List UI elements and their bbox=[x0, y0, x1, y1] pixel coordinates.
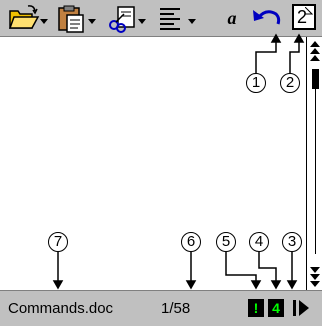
page-indicator[interactable]: 1/58 bbox=[161, 300, 190, 317]
alert-indicator[interactable]: ! bbox=[248, 299, 264, 317]
callout-2: 2 bbox=[280, 73, 300, 93]
play-icon[interactable] bbox=[292, 299, 312, 319]
callout-5: 5 bbox=[216, 232, 236, 252]
scroll-up-icon[interactable] bbox=[307, 39, 322, 69]
count-indicator[interactable]: 4 bbox=[268, 299, 284, 317]
scroll-thumb[interactable] bbox=[312, 69, 319, 89]
scroll-track[interactable] bbox=[315, 89, 316, 254]
vertical-scrollbar[interactable] bbox=[306, 37, 322, 290]
status-bar: Commands.doc 1/58 ! 4 bbox=[0, 290, 322, 326]
callout-1: 1 bbox=[246, 73, 266, 93]
callout-4: 4 bbox=[249, 232, 269, 252]
document-filename: Commands.doc bbox=[8, 300, 114, 317]
callout-6: 6 bbox=[181, 232, 201, 252]
callout-leader-lines bbox=[52, 33, 305, 290]
callout-7: 7 bbox=[48, 232, 68, 252]
scroll-down-icon[interactable] bbox=[307, 259, 322, 289]
callout-3: 3 bbox=[282, 232, 302, 252]
